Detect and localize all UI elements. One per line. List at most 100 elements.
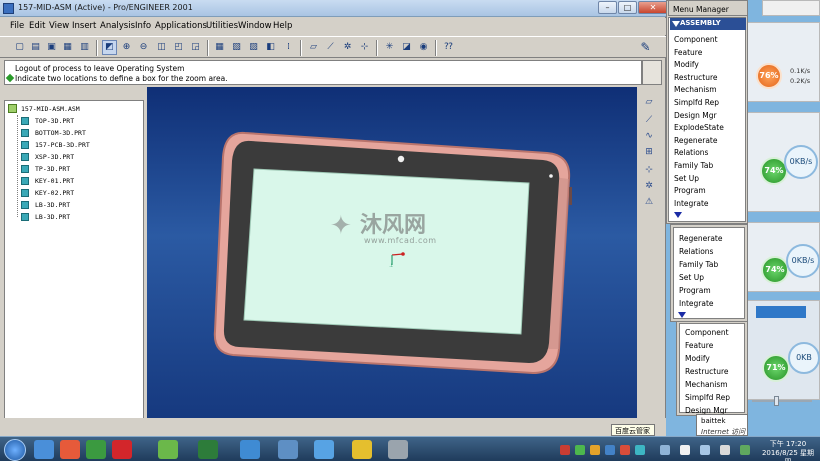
menu-file[interactable]: File — [10, 21, 24, 31]
saved-views-icon[interactable]: ◲ — [188, 40, 203, 55]
mm-mechanism[interactable]: Mechanism — [674, 85, 717, 94]
zoom-fit-icon[interactable]: ◫ — [154, 40, 169, 55]
menu-help[interactable]: Help — [273, 21, 292, 31]
menu-manager-title-bar[interactable]: Menu Manager — [668, 0, 748, 16]
save-copy-icon[interactable]: ▦ — [60, 40, 75, 55]
menu-edit[interactable]: Edit — [29, 21, 45, 31]
message-scrollbar[interactable] — [642, 60, 662, 85]
zoom-out-icon[interactable]: ⊖ — [136, 40, 151, 55]
datum-axis-tool-icon[interactable]: ⟋ — [642, 113, 656, 127]
start-button[interactable] — [4, 439, 26, 461]
mm-design-mgr[interactable]: Design Mgr — [674, 111, 717, 120]
assembly-header[interactable]: ASSEMBLY — [670, 18, 746, 30]
tree-part-5[interactable]: TP-3D.PRT — [35, 165, 70, 173]
close-button[interactable]: ✕ — [638, 1, 668, 14]
mm3-restructure[interactable]: Restructure — [685, 367, 729, 376]
save-icon[interactable]: ▣ — [44, 40, 59, 55]
orient-icon[interactable]: ◰ — [171, 40, 186, 55]
mm-family-tab[interactable]: Family Tab — [674, 161, 713, 170]
mm-modify[interactable]: Modify — [674, 60, 699, 69]
power-icon[interactable] — [720, 445, 730, 455]
mm-more-icon[interactable] — [674, 212, 682, 218]
shading-icon[interactable]: ◧ — [263, 40, 278, 55]
warning-tool-icon[interactable]: ⚠ — [642, 195, 656, 209]
mm2-more-icon[interactable] — [678, 312, 686, 318]
tray-icon-5[interactable] — [620, 445, 630, 455]
netease-music-icon[interactable] — [112, 440, 132, 459]
folder-icon[interactable] — [240, 440, 260, 459]
mm3-simplfd-rep[interactable]: Simplfd Rep — [685, 393, 730, 402]
datum-planes-icon[interactable]: ▱ — [306, 40, 321, 55]
datum-points-icon[interactable]: ✲ — [340, 40, 355, 55]
clock[interactable]: 下午 17:20 2016/8/25 星期四 — [760, 440, 816, 461]
tray-icon-8[interactable] — [740, 445, 750, 455]
tray-icon-3[interactable] — [590, 445, 600, 455]
mm-regenerate[interactable]: Regenerate — [674, 136, 717, 145]
open-folder-icon[interactable]: ▤ — [28, 40, 43, 55]
context-help-icon[interactable]: ⁇ — [441, 40, 456, 55]
mm-set-up[interactable]: Set Up — [674, 174, 699, 183]
mm-relations[interactable]: Relations — [674, 148, 708, 157]
tree-part-7[interactable]: KEY-02.PRT — [35, 189, 74, 197]
mm-feature[interactable]: Feature — [674, 48, 702, 57]
plane-app-icon[interactable] — [278, 440, 298, 459]
menu-utilities[interactable]: Utilities — [206, 21, 238, 31]
zoom-in-icon[interactable]: ⊕ — [119, 40, 134, 55]
tray-icon-4[interactable] — [605, 445, 615, 455]
tray-icon-7[interactable] — [660, 445, 670, 455]
media-player-icon[interactable] — [60, 440, 80, 459]
network-tray-icon[interactable] — [700, 445, 710, 455]
mm2-regenerate[interactable]: Regenerate — [679, 234, 722, 243]
minimize-button[interactable]: – — [598, 1, 617, 14]
model-tree-icon[interactable]: ◪ — [399, 40, 414, 55]
tray-icon-2[interactable] — [575, 445, 585, 455]
volume-icon[interactable] — [680, 445, 690, 455]
mm-explode-state[interactable]: ExplodeState — [674, 123, 724, 132]
repaint-icon[interactable]: ◩ — [102, 40, 117, 55]
datum-display-icon[interactable]: ⁞ — [281, 40, 296, 55]
tree-part-9[interactable]: LB-3D.PRT — [35, 213, 70, 221]
hidden-line-icon[interactable]: ▧ — [229, 40, 244, 55]
ie-icon[interactable] — [34, 440, 54, 459]
baidu-cloud-icon[interactable] — [314, 440, 334, 459]
network-icon[interactable]: ◉ — [416, 40, 431, 55]
tree-part-2[interactable]: BOTTOM-3D.PRT — [35, 129, 86, 137]
volume-slider-track[interactable] — [752, 400, 812, 402]
new-file-icon[interactable]: ▢ — [12, 40, 27, 55]
mm3-modify[interactable]: Modify — [685, 354, 710, 363]
mm3-component[interactable]: Component — [685, 328, 729, 337]
tree-part-6[interactable]: KEY-01.PRT — [35, 177, 74, 185]
mm-program[interactable]: Program — [674, 186, 706, 195]
analysis-tool-icon[interactable]: ✲ — [642, 179, 656, 193]
mm-simplfd-rep[interactable]: Simplfd Rep — [674, 98, 719, 107]
tree-root[interactable]: 157-MID-ASM.ASM — [21, 105, 80, 113]
datum-plane-tool-icon[interactable]: ▱ — [642, 95, 656, 109]
wireframe-icon[interactable]: ▦ — [212, 40, 227, 55]
tray-icon-1[interactable] — [560, 445, 570, 455]
tree-part-4[interactable]: XSP-3D.PRT — [35, 153, 74, 161]
tool-app-icon[interactable] — [388, 440, 408, 459]
tree-part-3[interactable]: 157-PCB-3D.PRT — [35, 141, 90, 149]
mm2-family-tab[interactable]: Family Tab — [679, 260, 718, 269]
maximize-button[interactable]: □ — [618, 1, 637, 14]
menu-applications[interactable]: Applications — [155, 21, 207, 31]
security-shield-icon[interactable] — [86, 440, 106, 459]
sketch-pen-icon[interactable]: ✎ — [638, 40, 653, 55]
mm-restructure[interactable]: Restructure — [674, 73, 718, 82]
explorer-icon[interactable] — [158, 440, 178, 459]
volume-slider-thumb[interactable] — [774, 396, 779, 406]
mm-component[interactable]: Component — [674, 35, 718, 44]
mm3-mechanism[interactable]: Mechanism — [685, 380, 728, 389]
menu-info[interactable]: Info — [135, 21, 151, 31]
graphics-viewport[interactable]: ⊥ ✦ 沐风网 www.mfcad.com — [147, 87, 637, 418]
mm3-feature[interactable]: Feature — [685, 341, 713, 350]
notes-icon[interactable] — [352, 440, 372, 459]
mm2-relations[interactable]: Relations — [679, 247, 713, 256]
mm2-set-up[interactable]: Set Up — [679, 273, 704, 282]
mm-integrate[interactable]: Integrate — [674, 199, 709, 208]
tree-part-8[interactable]: LB-3D.PRT — [35, 201, 70, 209]
mm2-integrate[interactable]: Integrate — [679, 299, 714, 308]
csys-tool-icon[interactable]: ⊹ — [642, 163, 656, 177]
datum-point-tool-icon[interactable]: ⊞ — [642, 145, 656, 159]
datum-axes-icon[interactable]: ⟋ — [323, 40, 338, 55]
